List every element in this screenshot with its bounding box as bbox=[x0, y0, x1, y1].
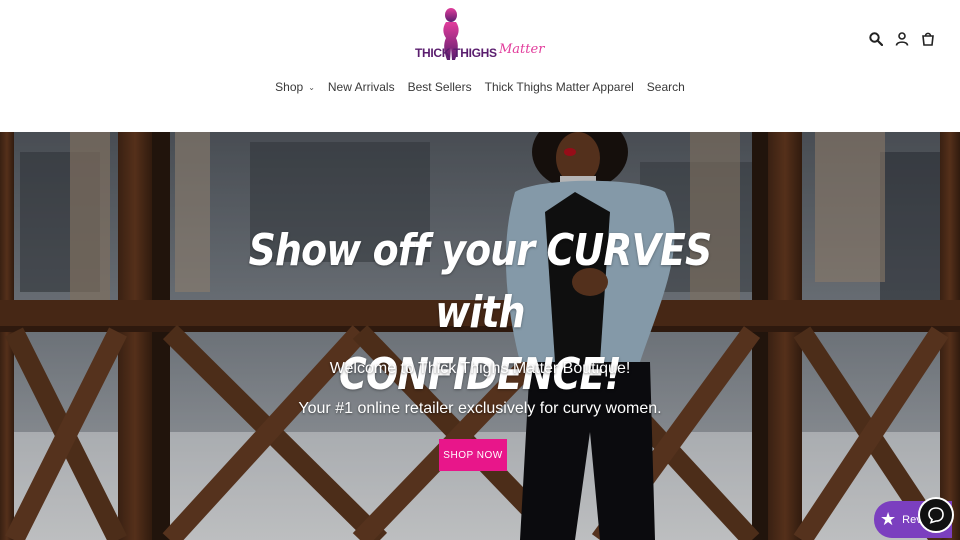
star-icon: ★ bbox=[880, 509, 897, 529]
hero-subtitle-welcome: Welcome to Thick Thighs Matter Boutique! bbox=[329, 360, 631, 377]
logo-script-text: Matter bbox=[499, 42, 545, 57]
chat-button[interactable] bbox=[918, 497, 954, 533]
hero-title: Show off your CURVES with CONFIDENCE! bbox=[222, 220, 738, 406]
nav-item-search[interactable]: Search bbox=[647, 80, 685, 94]
brand-logo[interactable]: THICK THIGHS Matter bbox=[410, 8, 544, 66]
hero-content: Show off your CURVES with CONFIDENCE! We… bbox=[0, 132, 960, 540]
site-header: THICK THIGHS Matter Shop ⌄ New Arrivals B… bbox=[0, 0, 960, 132]
nav-item-label: Shop bbox=[275, 80, 304, 94]
nav-item-shop[interactable]: Shop ⌄ bbox=[275, 80, 315, 94]
chat-bubble-icon bbox=[928, 507, 944, 524]
nav-item-new-arrivals[interactable]: New Arrivals bbox=[328, 80, 395, 94]
account-icon[interactable] bbox=[894, 31, 910, 47]
search-icon[interactable] bbox=[868, 31, 884, 47]
hero-title-line1: Show off your CURVES with bbox=[248, 225, 713, 338]
nav-item-best-sellers[interactable]: Best Sellers bbox=[408, 80, 472, 94]
hero-subtitle-tagline: Your #1 online retailer exclusively for … bbox=[298, 400, 662, 417]
hero-banner: Show off your CURVES with CONFIDENCE! We… bbox=[0, 132, 960, 540]
nav-item-apparel[interactable]: Thick Thighs Matter Apparel bbox=[485, 80, 634, 94]
chevron-down-icon: ⌄ bbox=[308, 82, 315, 92]
logo-main-text: THICK THIGHS bbox=[415, 46, 497, 60]
header-actions bbox=[868, 30, 936, 48]
cart-icon[interactable] bbox=[920, 31, 936, 47]
shop-now-button[interactable]: SHOP NOW bbox=[439, 439, 507, 471]
main-nav: Shop ⌄ New Arrivals Best Sellers Thick Th… bbox=[0, 80, 960, 94]
